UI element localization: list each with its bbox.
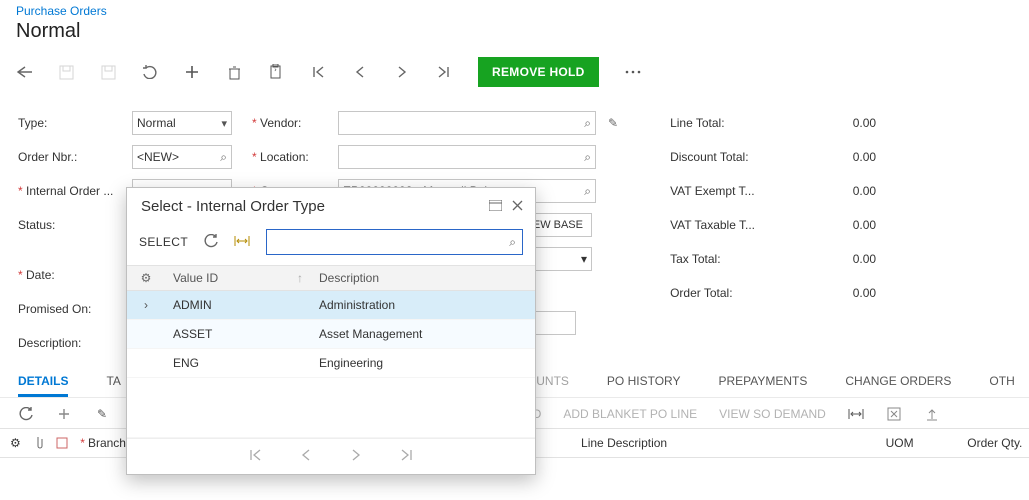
cell-value-id: ENG	[165, 349, 311, 378]
tab-other[interactable]: OTH	[989, 368, 1014, 397]
cell-description: Administration	[311, 291, 535, 320]
tax-total-value: 0.00	[796, 252, 876, 266]
vat-taxable-label: VAT Taxable T...	[670, 218, 790, 232]
type-select[interactable]: Normal ▾	[132, 111, 232, 135]
caret-right-icon: ›	[127, 291, 165, 320]
search-icon[interactable]: ⌕	[584, 116, 591, 131]
sort-asc-icon: ↑	[297, 271, 303, 285]
description-label: Description:	[18, 336, 126, 350]
refresh-icon[interactable]	[204, 234, 218, 251]
undo-icon[interactable]	[142, 64, 158, 80]
page-title: Normal	[16, 20, 1029, 43]
lookup-table: ⚙ Value ID ↑ Description ›ADMINAdministr…	[127, 265, 535, 438]
grid-settings-icon[interactable]: ⚙	[127, 266, 165, 291]
date-label: Date:	[18, 268, 126, 282]
order-nbr-input[interactable]: <NEW> ⌕	[132, 145, 232, 169]
col-description[interactable]: Description	[311, 266, 535, 291]
tab-prepayments[interactable]: PREPAYMENTS	[718, 368, 807, 397]
delete-icon[interactable]	[226, 64, 242, 80]
more-icon[interactable]	[625, 64, 641, 80]
first-icon[interactable]	[310, 64, 326, 80]
save-icon	[100, 64, 116, 80]
type-value: Normal	[137, 116, 176, 130]
search-icon: ⌕	[509, 235, 516, 250]
page-first-icon[interactable]	[249, 449, 261, 464]
window-icon[interactable]	[489, 198, 502, 215]
vat-exempt-label: VAT Exempt T...	[670, 184, 790, 198]
col-uom[interactable]: UOM	[880, 429, 962, 457]
note-icon[interactable]	[50, 429, 74, 457]
prev-icon[interactable]	[352, 64, 368, 80]
vat-exempt-value: 0.00	[796, 184, 876, 198]
col-line-description[interactable]: Line Description	[575, 429, 880, 457]
view-so-demand-button[interactable]: VIEW SO DEMAND	[719, 407, 826, 421]
fit-columns-icon[interactable]	[234, 235, 250, 250]
internal-order-label: Internal Order ...	[18, 184, 126, 198]
col-order-qty[interactable]: Order Qty.	[961, 429, 1029, 457]
status-label: Status:	[18, 218, 126, 232]
clipboard-icon[interactable]	[268, 64, 284, 80]
fit-columns-icon[interactable]	[848, 406, 864, 422]
table-row[interactable]: ENGEngineering	[127, 349, 535, 378]
vat-taxable-value: 0.00	[796, 218, 876, 232]
lookup-popup: Select - Internal Order Type SELECT ⌕ ⚙ …	[126, 187, 536, 475]
refresh-icon[interactable]	[18, 406, 34, 422]
chevron-down-icon: ▾	[221, 117, 227, 130]
remove-hold-button[interactable]: REMOVE HOLD	[478, 57, 599, 87]
cell-value-id: ASSET	[165, 320, 311, 349]
col-value-id-label: Value ID	[173, 271, 218, 285]
main-toolbar: REMOVE HOLD	[0, 51, 1029, 98]
cell-description: Asset Management	[311, 320, 535, 349]
order-nbr-label: Order Nbr.:	[18, 150, 126, 164]
search-icon[interactable]: ⌕	[220, 150, 227, 165]
edit-icon[interactable]: ✎	[608, 116, 618, 130]
promised-on-label: Promised On:	[18, 302, 126, 316]
tab-taxes[interactable]: TA	[106, 368, 120, 397]
location-input[interactable]: ⌕	[338, 145, 596, 169]
chevron-down-icon: ▾	[581, 252, 587, 266]
order-total-label: Order Total:	[670, 286, 790, 300]
table-row[interactable]: ASSETAsset Management	[127, 320, 535, 349]
line-total-label: Line Total:	[670, 116, 790, 130]
location-label: Location:	[252, 150, 332, 164]
tab-change-orders[interactable]: CHANGE ORDERS	[845, 368, 951, 397]
discount-total-label: Discount Total:	[670, 150, 790, 164]
order-nbr-value: <NEW>	[137, 150, 179, 164]
add-icon[interactable]	[184, 64, 200, 80]
search-icon[interactable]: ⌕	[584, 184, 591, 199]
add-blanket-po-button[interactable]: ADD BLANKET PO LINE	[563, 407, 697, 421]
popup-search-input[interactable]: ⌕	[266, 229, 523, 255]
edit-row-icon: ✎	[94, 406, 110, 422]
line-total-value: 0.00	[796, 116, 876, 130]
type-label: Type:	[18, 116, 126, 130]
page-prev-icon[interactable]	[301, 449, 311, 464]
add-row-icon	[56, 406, 72, 422]
next-icon[interactable]	[394, 64, 410, 80]
vendor-label: Vendor:	[252, 116, 332, 130]
select-button[interactable]: SELECT	[139, 235, 188, 249]
col-value-id[interactable]: Value ID ↑	[165, 266, 311, 291]
order-total-value: 0.00	[796, 286, 876, 300]
popup-title: Select - Internal Order Type	[141, 198, 325, 215]
search-icon[interactable]: ⌕	[584, 150, 591, 165]
cell-value-id: ADMIN	[165, 291, 311, 320]
tax-total-label: Tax Total:	[670, 252, 790, 266]
grid-settings-icon[interactable]: ⚙	[4, 429, 27, 457]
tab-details[interactable]: DETAILS	[18, 368, 68, 397]
table-row[interactable]: ›ADMINAdministration	[127, 291, 535, 320]
page-next-icon[interactable]	[351, 449, 361, 464]
page-last-icon[interactable]	[401, 449, 413, 464]
breadcrumb[interactable]: Purchase Orders	[16, 4, 107, 18]
upload-icon[interactable]	[924, 406, 940, 422]
save-close-icon	[58, 64, 74, 80]
close-icon[interactable]	[512, 198, 523, 215]
tab-po-history[interactable]: PO HISTORY	[607, 368, 681, 397]
back-icon[interactable]	[16, 64, 32, 80]
attachment-icon[interactable]	[27, 429, 50, 457]
cell-description: Engineering	[311, 349, 535, 378]
discount-total-value: 0.00	[796, 150, 876, 164]
excel-icon[interactable]	[886, 406, 902, 422]
vendor-input[interactable]: ⌕	[338, 111, 596, 135]
last-icon[interactable]	[436, 64, 452, 80]
